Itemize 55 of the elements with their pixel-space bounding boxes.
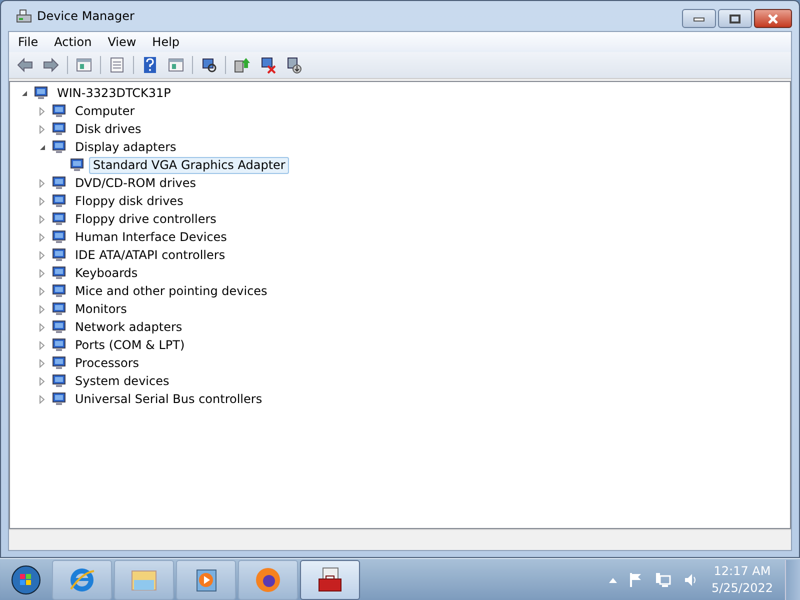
tree-item[interactable]: Human Interface Devices [71, 228, 231, 246]
device-icon [51, 319, 67, 335]
device-icon [51, 103, 67, 119]
tree-item[interactable]: Ports (COM & LPT) [71, 336, 189, 354]
device-icon [51, 139, 67, 155]
tree-item[interactable]: DVD/CD-ROM drives [71, 174, 200, 192]
network-icon[interactable] [655, 572, 672, 588]
minimize-icon [693, 16, 705, 22]
flag-icon[interactable] [629, 572, 644, 588]
device-icon [51, 355, 67, 371]
device-icon [51, 211, 67, 227]
tree-item[interactable]: Mice and other pointing devices [71, 282, 272, 300]
tree-item[interactable]: Keyboards [71, 264, 142, 282]
device-icon [51, 265, 67, 281]
device-icon [51, 121, 67, 137]
tree-item[interactable]: System devices [71, 372, 174, 390]
tree-item[interactable]: Universal Serial Bus controllers [71, 390, 266, 408]
tree-item[interactable]: Standard VGA Graphics Adapter [89, 156, 290, 174]
close-button[interactable] [754, 9, 792, 28]
device-icon [51, 283, 67, 299]
device-icon [51, 193, 67, 209]
window-title: Device Manager [37, 9, 136, 23]
device-icon [51, 247, 67, 263]
device-icon [51, 373, 67, 389]
taskbar-button[interactable] [176, 560, 236, 600]
tree-item[interactable]: Disk drives [71, 120, 146, 138]
tree-item[interactable]: Monitors [71, 300, 131, 318]
tree-item[interactable]: Floppy disk drives [71, 192, 188, 210]
device-icon [51, 175, 67, 191]
tree-item[interactable]: Network adapters [71, 318, 186, 336]
device-icon [51, 301, 67, 317]
tree-item[interactable]: Floppy drive controllers [71, 210, 220, 228]
taskbar-button[interactable] [300, 560, 360, 600]
tree-item[interactable]: WIN-3323DTCK31P [53, 84, 175, 102]
show-hidden-icons-icon[interactable] [609, 576, 618, 582]
computer-icon [16, 8, 32, 24]
computer-icon [33, 85, 49, 101]
device-icon [51, 391, 67, 407]
tree-item[interactable]: Computer [71, 102, 139, 120]
menu-item[interactable]: Action [48, 33, 98, 51]
taskbar-button[interactable] [238, 560, 298, 600]
maximize-button[interactable] [718, 9, 752, 28]
maximize-icon [729, 14, 741, 24]
menu-item[interactable]: Help [146, 33, 186, 51]
menu-item[interactable]: View [102, 33, 142, 51]
tree-item[interactable]: Display adapters [71, 138, 180, 156]
tree-item[interactable]: Processors [71, 354, 144, 372]
show-desktop-button[interactable] [785, 560, 800, 600]
device-icon [51, 337, 67, 353]
device-icon [69, 157, 85, 173]
menu-item[interactable]: File [12, 33, 44, 51]
device-icon [51, 229, 67, 245]
minimize-button[interactable] [682, 9, 716, 28]
tree-item[interactable]: IDE ATA/ATAPI controllers [71, 246, 230, 264]
close-icon [767, 14, 779, 24]
